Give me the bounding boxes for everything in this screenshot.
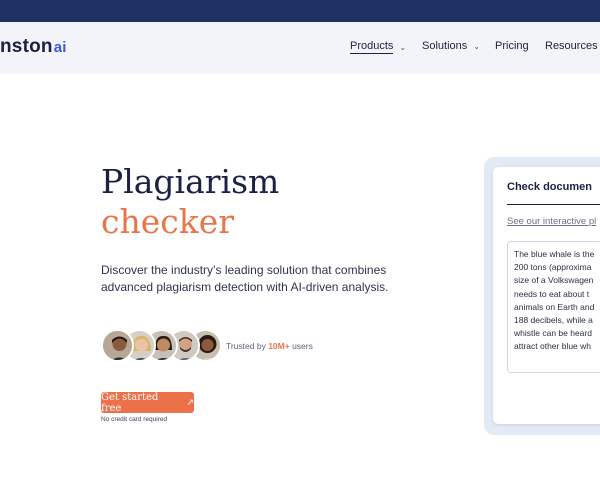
- get-started-label: Get started free: [101, 391, 159, 414]
- get-started-button[interactable]: Get started free ↗: [101, 391, 194, 414]
- hero-title-accent: checker: [101, 202, 235, 241]
- interactive-demo-link[interactable]: See our interactive pl: [507, 216, 596, 227]
- text-line: The blue whale is the: [514, 249, 595, 259]
- text-line: animals on Earth and: [514, 301, 595, 312]
- document-text-area[interactable]: The blue whale is the 200 tons (approxim…: [507, 241, 600, 373]
- trusted-by-text: Trusted by 10M+ users: [226, 341, 313, 351]
- arrow-up-right-icon: ↗: [186, 397, 194, 408]
- nav-resources-label: Resources: [545, 40, 598, 52]
- nav-pricing[interactable]: Pricing: [495, 40, 529, 52]
- hero-title: Plagiarism: [101, 162, 280, 201]
- user-avatars: [101, 329, 222, 363]
- text-line: 200 tons (approxima: [514, 262, 592, 273]
- hero-description: Discover the industry’s leading solution…: [101, 263, 389, 294]
- trusted-prefix: Trusted by: [226, 341, 269, 351]
- logo-ai-suffix: ai: [53, 39, 67, 56]
- chevron-down-icon: ⌄: [399, 42, 407, 52]
- trusted-suffix: users: [289, 341, 313, 351]
- card-divider: [507, 204, 600, 205]
- nav-solutions[interactable]: Solutions ⌄: [422, 40, 480, 52]
- card-title: Check documen: [507, 181, 592, 193]
- text-line: whistle can be heard: [514, 328, 592, 339]
- checker-card: Check documen See our interactive pl The…: [493, 167, 600, 424]
- nav-products[interactable]: Products ⌄: [350, 40, 406, 54]
- chevron-down-icon: ⌄: [473, 41, 480, 51]
- nav-products-label: Products: [350, 40, 394, 54]
- nav-pricing-label: Pricing: [495, 40, 529, 52]
- avatar: [101, 329, 134, 362]
- text-line: size of a Volkswagen: [514, 275, 594, 286]
- trusted-count: 10M+: [268, 341, 290, 351]
- text-line: needs to eat about t: [514, 288, 590, 299]
- brand-logo[interactable]: nstonai: [0, 36, 67, 58]
- nav-solutions-label: Solutions: [422, 40, 468, 52]
- logo-text: nston: [0, 36, 53, 57]
- text-line: attract other blue wh: [514, 341, 592, 352]
- top-banner: [0, 0, 600, 22]
- no-credit-card-note: No credit card required: [101, 416, 168, 423]
- nav-resources[interactable]: Resources: [545, 40, 598, 52]
- text-line: 188 decibels, while a: [514, 315, 593, 326]
